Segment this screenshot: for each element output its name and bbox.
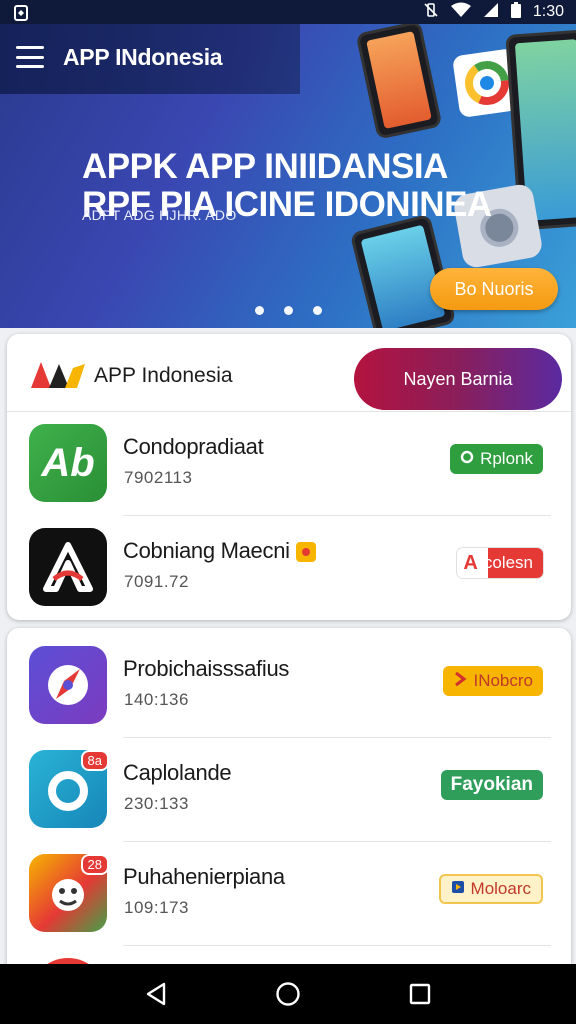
clock-time: 1:30	[532, 3, 564, 20]
menu-icon[interactable]	[16, 46, 44, 68]
app-action-button[interactable]: A colesn	[457, 548, 543, 578]
app-number: 140:136	[124, 690, 189, 709]
card-header: APP Indonesia Nayen Barnia	[7, 334, 571, 412]
home-icon[interactable]	[273, 979, 303, 1009]
app-name: Probichaisssafius	[123, 656, 290, 681]
hero-banner[interactable]: APP INdonesia APPK APP INIIDANSIA RPF PI…	[0, 24, 576, 328]
app-list-item[interactable]: 28 Puhahenierpiana 109:173 Moloarc	[7, 842, 571, 946]
back-icon[interactable]	[141, 979, 171, 1009]
app-number: 7091.72	[124, 572, 189, 591]
carousel-dot[interactable]	[283, 306, 293, 315]
brand-logo-icon	[29, 360, 87, 390]
featured-apps-card: APP Indonesia Nayen Barnia Ab Condopradi…	[7, 334, 571, 620]
app-list-item[interactable]: Probichaisssafius 140:136 INobcro	[7, 634, 571, 738]
a-logo-app-icon	[29, 528, 107, 606]
app-number: 7902113	[124, 468, 193, 487]
signal-icon	[483, 2, 499, 23]
app-list-item[interactable]: Cobniang Maecni 7091.72 A colesn	[7, 516, 571, 620]
carousel-dot[interactable]	[312, 306, 322, 315]
phone-illustration	[355, 24, 443, 140]
app-action-button[interactable]: Fayokian	[440, 770, 543, 800]
app-list-item[interactable]: Ab Condopradiaat 7902113 Rplonk	[7, 412, 571, 516]
notification-badge: 28	[80, 854, 109, 875]
app-action-label: Fayokian	[450, 774, 533, 795]
app-list-card: Probichaisssafius 140:136 INobcro 8a Cap…	[7, 628, 571, 968]
wifi-icon	[450, 2, 471, 23]
status-bar: 1:30	[0, 0, 576, 24]
svg-text:Ab: Ab	[40, 441, 94, 485]
app-name: Cobniang Maecni	[123, 538, 316, 564]
notification-icon	[14, 5, 28, 21]
circle-outline-icon	[460, 449, 474, 469]
recents-icon[interactable]	[405, 979, 435, 1009]
compass-app-icon	[29, 646, 107, 724]
app-title: APP INdonesia	[63, 44, 223, 70]
app-number: 109:173	[124, 898, 189, 917]
app-action-button[interactable]: Moloarc	[438, 874, 543, 904]
map-clock-app-icon: 28	[29, 854, 109, 932]
hero-subtitle: ADPT ADG HJHR. ADO	[82, 207, 237, 223]
app-name: Caplolande	[123, 760, 232, 785]
app-action-label: INobcro	[473, 671, 533, 690]
hero-cta-button[interactable]: Bo Nuoris	[430, 268, 558, 310]
app-action-button[interactable]: INobcro	[443, 666, 543, 696]
media-icon	[451, 879, 465, 899]
carousel-indicator	[0, 306, 576, 315]
star-badge-icon	[295, 542, 316, 563]
app-action-button[interactable]: Rplonk	[450, 444, 543, 474]
app-action-label: Rplonk	[480, 449, 533, 468]
notification-badge: 8a	[80, 750, 109, 771]
app-name: Condopradiaat	[123, 434, 264, 459]
brand-name: APP Indonesia	[94, 364, 233, 387]
app-action-label: Moloarc	[470, 879, 531, 898]
vibrate-off-icon	[423, 2, 439, 23]
letter-a-icon: A	[463, 551, 478, 574]
app-name: Puhahenierpiana	[123, 864, 285, 889]
header-action-button[interactable]: Nayen Barnia	[354, 348, 562, 410]
system-nav-bar	[0, 964, 576, 1024]
app-action-label: colesn	[483, 553, 533, 572]
chevron-right-icon	[453, 671, 467, 692]
battery-icon	[510, 1, 521, 23]
ring-app-icon: 8a	[29, 750, 109, 828]
app-list-item[interactable]: 8a Caplolande 230:133 Fayokian	[7, 738, 571, 842]
ab-app-icon: Ab	[29, 424, 107, 502]
app-number: 230:133	[124, 794, 189, 813]
carousel-dot[interactable]	[254, 306, 264, 315]
